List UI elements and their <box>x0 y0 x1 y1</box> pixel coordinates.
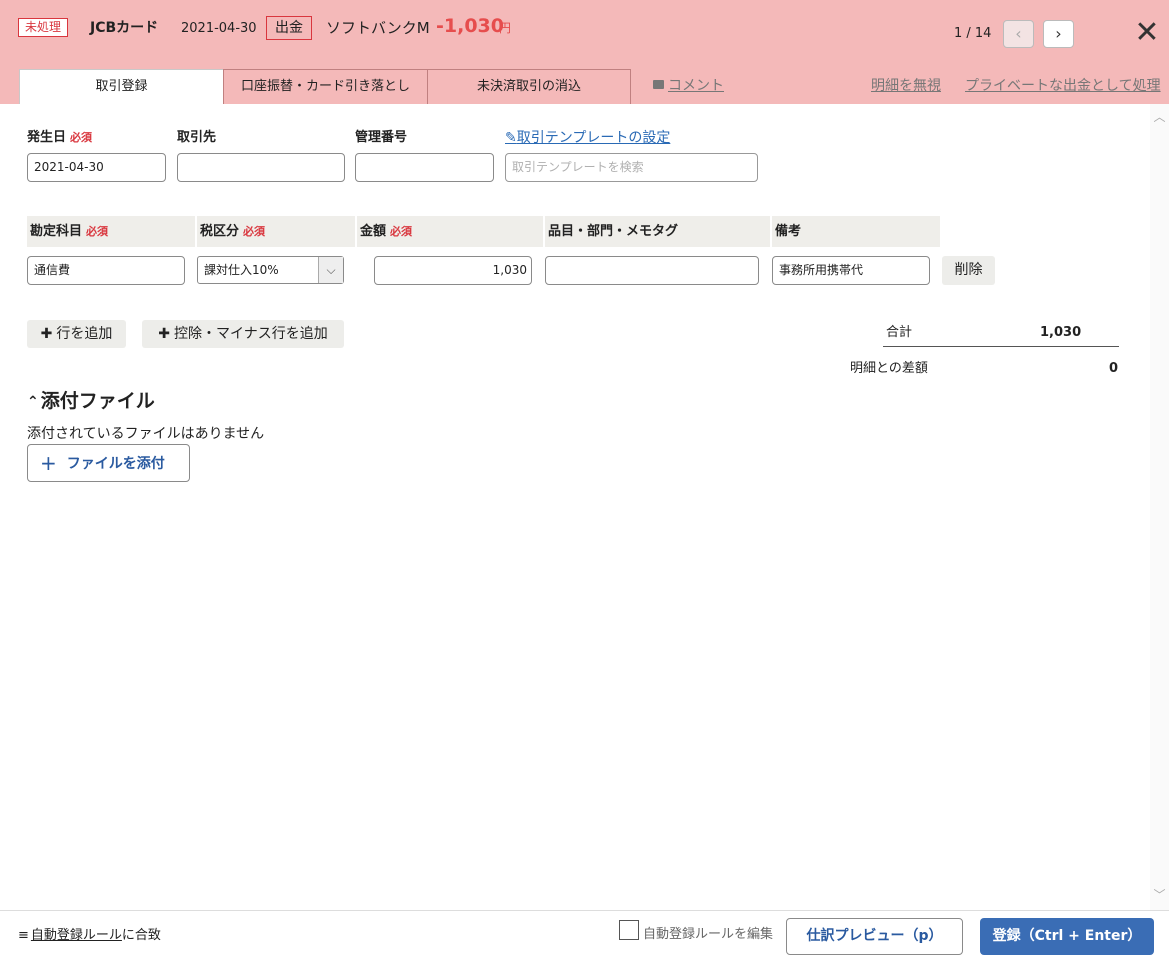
tax-select[interactable]: 課対仕入10% ⌵ <box>197 256 344 284</box>
partner-field[interactable] <box>177 153 345 182</box>
pager-count: 1 / 14 <box>954 26 992 41</box>
management-number-field[interactable] <box>355 153 494 182</box>
template-settings-link[interactable]: ✎取引テンプレートの設定 <box>505 128 670 148</box>
amount-header: 金額 必須 <box>357 216 543 247</box>
date-label-text: 発生日 <box>27 130 67 145</box>
status-badge: 未処理 <box>18 18 69 37</box>
date-label: 発生日 必須 <box>27 129 92 147</box>
auto-rule-link[interactable]: 自動登録ルール <box>31 928 122 943</box>
required-mark: 必須 <box>243 225 266 238</box>
template-settings-label: 取引テンプレートの設定 <box>516 130 671 146</box>
amount-field[interactable]: 1,030 <box>374 256 532 285</box>
chevron-left-icon: ‹ <box>1015 24 1022 43</box>
note-field[interactable]: 事務所用携帯代 <box>772 256 930 285</box>
rule-list-icon: ≡ <box>18 928 29 943</box>
template-search-input[interactable]: 取引テンプレートを検索 <box>505 153 758 182</box>
add-minus-row-button[interactable]: ✚ 控除・マイナス行を追加 <box>142 320 344 348</box>
account-header: 勘定科目 必須 <box>27 216 195 247</box>
delete-row-button[interactable]: 削除 <box>942 256 995 285</box>
required-mark: 必須 <box>390 225 413 238</box>
account-name: JCBカード <box>90 20 159 36</box>
note-header: 備考 <box>772 216 940 247</box>
ignore-statement-link[interactable]: 明細を無視 <box>871 75 941 97</box>
account-header-text: 勘定科目 <box>30 224 83 239</box>
vertical-scrollbar[interactable] <box>1150 104 1169 910</box>
chevron-up-icon: ⌃ <box>27 394 39 410</box>
transaction-amount: -1,030 <box>436 15 504 37</box>
rule-match-suffix: に合致 <box>121 928 161 943</box>
partner-label: 取引先 <box>177 130 217 145</box>
no-attachments-text: 添付されているファイルはありません <box>27 426 265 442</box>
plus-icon: ✚ <box>40 326 53 342</box>
tax-select-value: 課対仕入10% <box>204 263 279 277</box>
transaction-header: 未処理 JCBカード 2021-04-30 出金 ソフトバンクM -1,030 … <box>0 0 1169 104</box>
add-row-label: 行を追加 <box>56 326 113 342</box>
edit-rule-checkbox[interactable] <box>619 920 639 940</box>
date-field[interactable]: 2021-04-30 <box>27 153 166 182</box>
amount-header-text: 金額 <box>360 224 387 239</box>
attachments-title: 添付ファイル <box>40 390 155 412</box>
amount-unit: 円 <box>499 21 512 35</box>
add-row-button[interactable]: ✚ 行を追加 <box>27 320 126 348</box>
management-number-label: 管理番号 <box>355 130 408 145</box>
tags-header: 品目・部門・メモタグ <box>545 216 770 247</box>
scroll-down-icon[interactable]: ﹀ <box>1152 886 1167 904</box>
close-icon[interactable]: ✕ <box>1134 18 1160 48</box>
required-mark: 必須 <box>70 131 93 144</box>
comment-icon <box>653 80 664 89</box>
chevron-right-icon: › <box>1055 24 1062 43</box>
comment-link-label: コメント <box>668 78 724 94</box>
difference-value: 0 <box>1108 361 1118 376</box>
required-mark: 必須 <box>86 225 109 238</box>
total-label: 合計 <box>886 325 913 340</box>
scroll-up-icon[interactable]: ︿ <box>1152 108 1167 126</box>
difference-label: 明細との差額 <box>850 361 928 376</box>
total-value: 1,030 <box>1040 325 1082 340</box>
previous-button[interactable]: ‹ <box>1003 20 1034 48</box>
tab-register[interactable]: 取引登録 <box>19 69 224 104</box>
attach-file-label: ファイルを添付 <box>66 456 165 472</box>
tax-header-text: 税区分 <box>200 224 240 239</box>
add-minus-row-label: 控除・マイナス行を追加 <box>174 326 328 342</box>
account-field[interactable]: 通信費 <box>27 256 185 285</box>
plus-icon: + <box>40 451 57 475</box>
register-button[interactable]: 登録（Ctrl + Enter） <box>980 918 1154 955</box>
plus-icon: ✚ <box>158 326 170 342</box>
tab-transfer[interactable]: 口座振替・カード引き落とし <box>223 69 428 104</box>
partner-name: ソフトバンクM <box>326 19 430 37</box>
journal-preview-button[interactable]: 仕訳プレビュー（p） <box>786 918 963 955</box>
private-expense-link[interactable]: プライベートな出金として処理 <box>965 75 1161 97</box>
next-button[interactable]: › <box>1043 20 1074 48</box>
direction-badge: 出金 <box>266 16 312 40</box>
chevron-down-icon: ⌵ <box>318 257 343 283</box>
attachments-toggle[interactable]: ⌃ 添付ファイル <box>27 388 155 415</box>
tab-reconcile[interactable]: 未決済取引の消込 <box>427 69 631 104</box>
attach-file-button[interactable]: + ファイルを添付 <box>27 444 190 482</box>
rule-match-indicator: ≡ 自動登録ルールに合致 <box>18 927 161 945</box>
edit-rule-label[interactable]: 自動登録ルールを編集 <box>643 926 773 944</box>
total-divider <box>883 346 1119 347</box>
tags-field[interactable] <box>545 256 759 285</box>
tax-header: 税区分 必須 <box>197 216 355 247</box>
edit-icon: ✎ <box>505 130 517 146</box>
transaction-date: 2021-04-30 <box>181 21 257 36</box>
comment-link[interactable]: コメント <box>653 75 724 97</box>
